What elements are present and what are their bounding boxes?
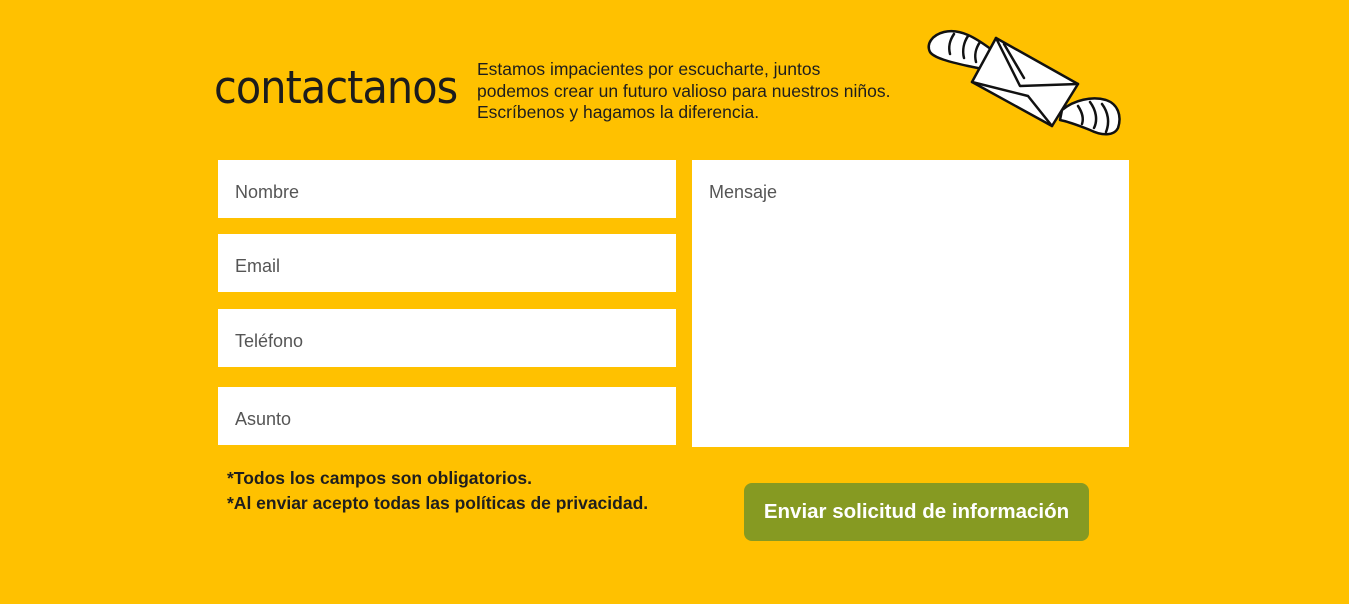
submit-button[interactable]: Enviar solicitud de información xyxy=(744,483,1089,541)
page-title: contactanos xyxy=(214,61,458,114)
email-field[interactable] xyxy=(218,234,676,292)
required-note: *Todos los campos son obligatorios. xyxy=(227,468,532,488)
message-field[interactable] xyxy=(692,160,1129,447)
intro-text: Estamos impacientes por escucharte, junt… xyxy=(477,59,891,122)
winged-envelope-icon xyxy=(927,29,1121,136)
subject-field[interactable] xyxy=(218,387,676,445)
name-field[interactable] xyxy=(218,160,676,218)
privacy-note: *Al enviar acepto todas las políticas de… xyxy=(227,493,649,513)
phone-field[interactable] xyxy=(218,309,676,367)
form-notes: *Todos los campos son obligatorios. *Al … xyxy=(227,466,648,516)
